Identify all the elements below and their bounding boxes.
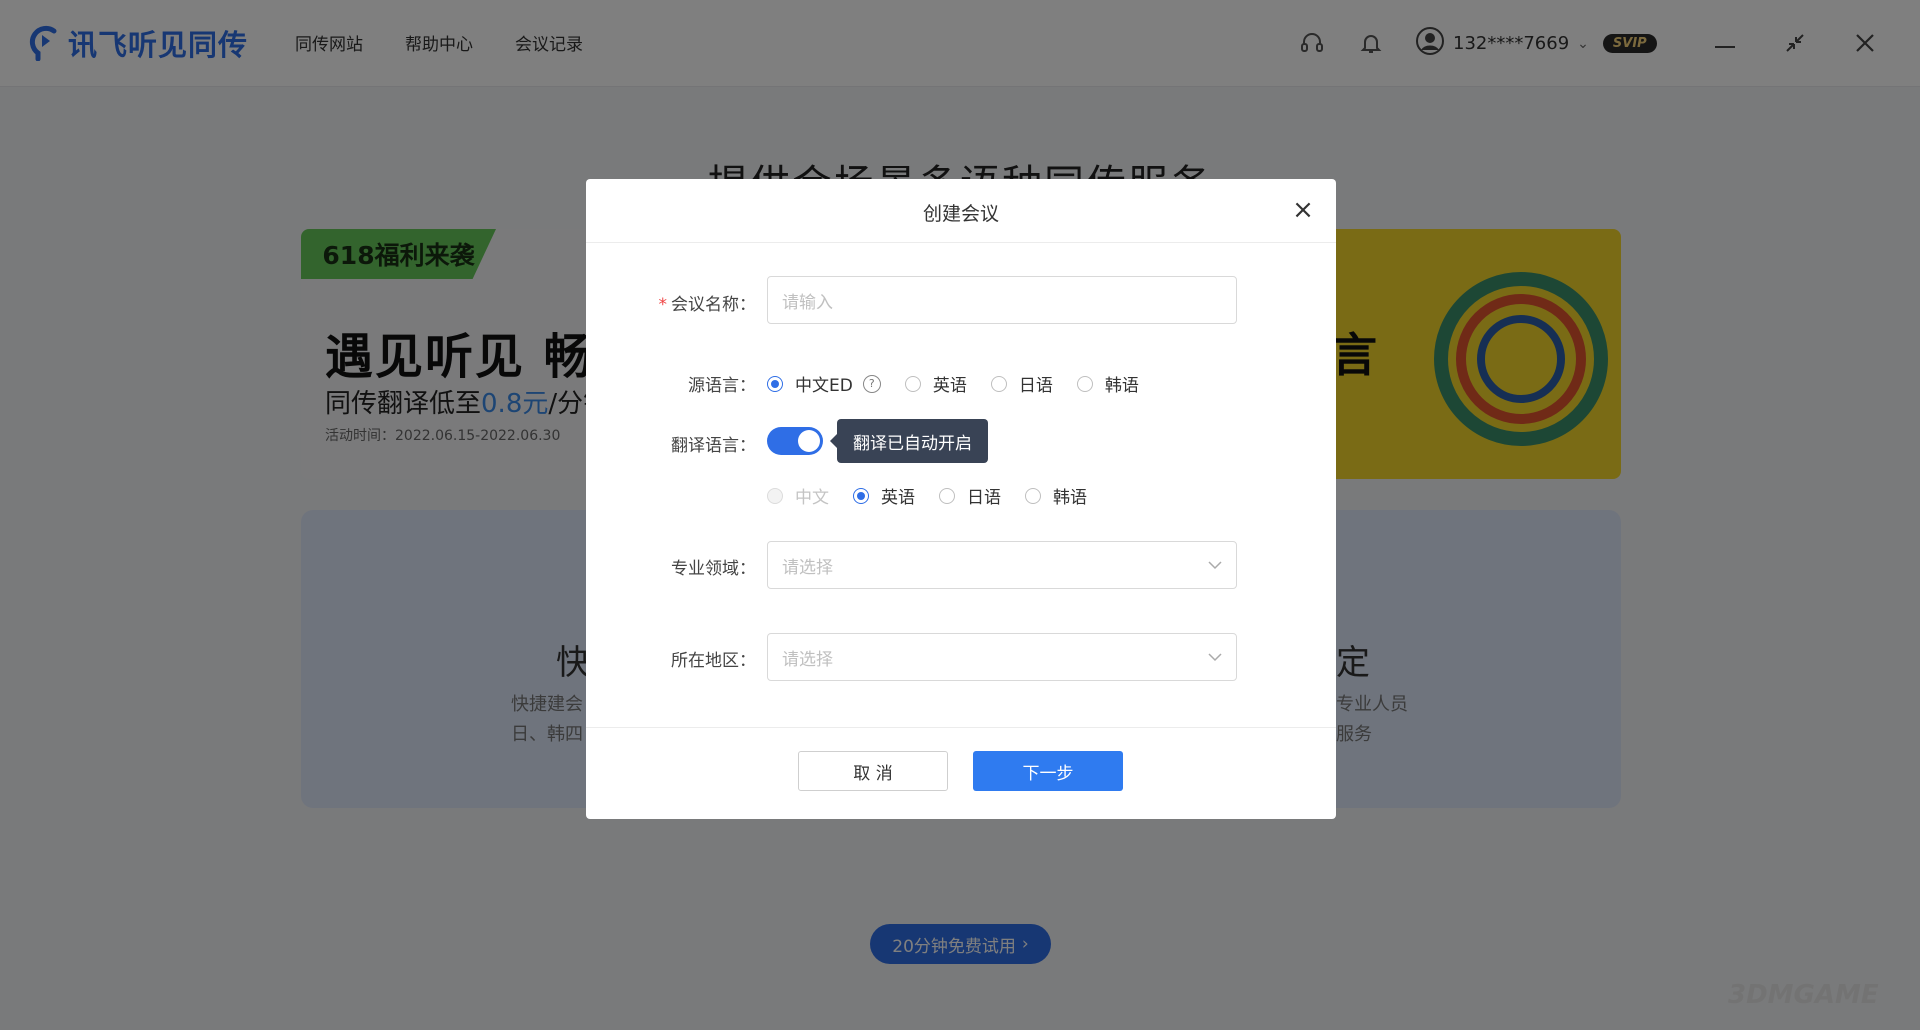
radio-icon <box>1025 487 1041 504</box>
required-mark: * <box>658 295 668 315</box>
target-option-english[interactable]: 英语 <box>853 483 915 508</box>
domain-select[interactable]: 请选择 <box>767 541 1237 589</box>
source-option-label: 日语 <box>1018 376 1053 396</box>
region-placeholder: 请选择 <box>782 649 833 670</box>
tooltip-text: 翻译已自动开启 <box>853 433 972 454</box>
create-meeting-dialog: 创建会议 × * 会议名称： 请输入 源语言： 中文ED ? 英语 日语 韩语 翻… <box>586 179 1336 819</box>
target-option-label: 韩语 <box>1053 488 1087 508</box>
dialog-title: 创建会议 <box>922 203 999 225</box>
radio-checked-icon <box>853 487 869 504</box>
meeting-name-input[interactable]: 请输入 <box>767 276 1237 324</box>
meeting-name-label: * 会议名称： <box>616 290 757 315</box>
source-language-label: 源语言： <box>688 376 756 396</box>
chevron-down-icon <box>1208 555 1222 575</box>
region-label: 所在地区： <box>671 651 756 671</box>
source-option-label: 英语 <box>932 376 967 396</box>
target-option-chinese: 中文 <box>767 483 829 508</box>
source-option-chinese[interactable]: 中文ED <box>767 371 853 396</box>
dialog-close-icon[interactable]: × <box>1290 197 1316 223</box>
source-option-english[interactable]: 英语 <box>904 371 967 396</box>
radio-icon <box>990 375 1007 392</box>
source-option-label: 中文ED <box>795 376 853 396</box>
meeting-name-placeholder: 请输入 <box>782 292 833 313</box>
radio-checked-icon <box>767 375 783 392</box>
domain-placeholder: 请选择 <box>782 557 833 578</box>
source-option-korean[interactable]: 韩语 <box>1076 371 1139 396</box>
source-option-japanese[interactable]: 日语 <box>990 371 1053 396</box>
radio-icon <box>939 487 955 504</box>
source-language-group: 中文ED ? 英语 日语 韩语 <box>767 371 1163 396</box>
toggle-knob <box>798 430 820 452</box>
next-step-button[interactable]: 下一步 <box>973 751 1123 791</box>
source-option-label: 韩语 <box>1104 376 1139 396</box>
translation-language-group: 中文 英语 日语 韩语 <box>767 483 1111 508</box>
translation-toggle[interactable] <box>767 427 823 455</box>
target-option-korean[interactable]: 韩语 <box>1025 483 1087 508</box>
dialog-footer-divider <box>586 727 1336 728</box>
target-option-japanese[interactable]: 日语 <box>939 483 1001 508</box>
translation-language-label: 翻译语言： <box>671 436 756 456</box>
region-select[interactable]: 请选择 <box>767 633 1237 681</box>
cancel-button[interactable]: 取 消 <box>798 751 948 791</box>
radio-disabled-icon <box>767 487 783 504</box>
radio-icon <box>1076 375 1093 392</box>
chevron-down-icon <box>1208 647 1222 667</box>
target-option-label: 中文 <box>795 488 829 508</box>
domain-label: 专业领域： <box>671 559 756 579</box>
meeting-name-label-text: 会议名称： <box>671 295 756 315</box>
translation-tooltip: 翻译已自动开启 <box>830 419 988 463</box>
target-option-label: 英语 <box>881 488 915 508</box>
radio-icon <box>904 375 921 392</box>
help-icon[interactable]: ? <box>862 374 881 393</box>
target-option-label: 日语 <box>967 488 1001 508</box>
dialog-header: 创建会议 × <box>586 179 1336 243</box>
